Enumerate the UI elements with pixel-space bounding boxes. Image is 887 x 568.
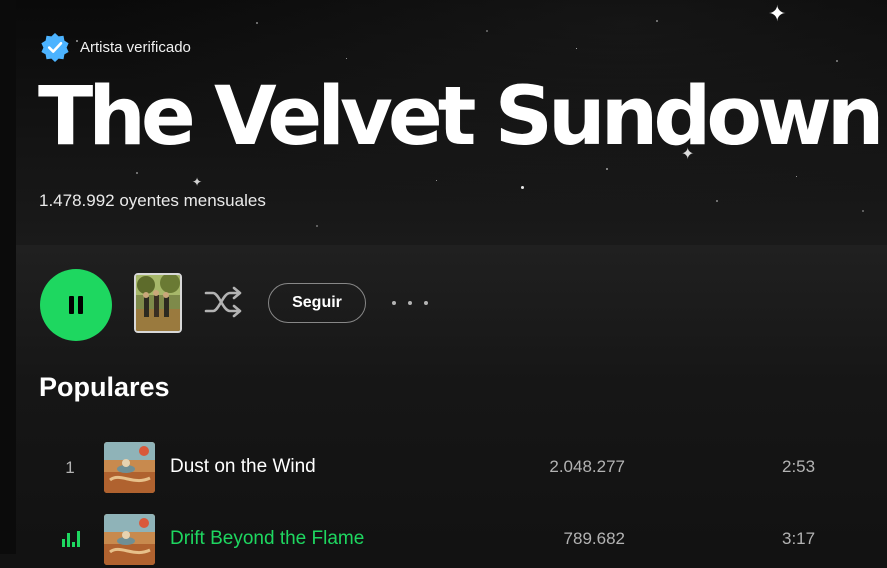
now-playing-equalizer-icon (62, 531, 80, 547)
star (436, 180, 437, 181)
star (316, 225, 318, 227)
album-cover-thumbnail[interactable] (134, 273, 182, 333)
shuffle-icon (204, 286, 242, 318)
star (136, 172, 138, 174)
track-cover-image (104, 514, 155, 565)
star (346, 58, 347, 59)
artist-name-title: The Velvet Sundown (38, 70, 884, 164)
eq-bar (77, 531, 80, 547)
more-dot (424, 301, 428, 305)
track-row[interactable]: 1 Dust on the Wind 2.048.277 2:53 (16, 440, 887, 496)
track-cover-image (104, 442, 155, 493)
sparkle-star: ✦ (192, 175, 203, 189)
follow-button[interactable]: Seguir (268, 283, 366, 323)
track-row-playing[interactable]: Drift Beyond the Flame 789.682 3:17 (16, 512, 887, 568)
track-play-count: 2.048.277 (549, 457, 625, 476)
more-options-icon (392, 301, 396, 305)
track-title[interactable]: Dust on the Wind (170, 456, 316, 478)
track-duration: 2:53 (782, 457, 816, 476)
more-options-button[interactable] (392, 291, 428, 315)
artist-header: ✦ ✦ ✦ ✦ Artista verificado The Velvet Su… (16, 0, 887, 245)
star (656, 20, 658, 22)
pause-icon (69, 296, 74, 314)
verified-label-text: Artista verificado (80, 38, 191, 56)
eq-bar (72, 542, 75, 547)
track-duration: 3:17 (782, 529, 816, 548)
sidebar-edge (0, 0, 16, 554)
pause-icon-bar (78, 296, 83, 314)
pause-button[interactable] (40, 269, 112, 341)
verified-badge-icon (40, 32, 70, 62)
verified-artist-label: Artista verificado (40, 32, 191, 62)
shuffle-button[interactable] (202, 285, 246, 319)
popular-section-title: Populares (39, 372, 170, 402)
track-play-count: 789.682 (563, 529, 625, 548)
star (716, 200, 718, 202)
star (486, 30, 488, 32)
eq-bar (62, 539, 65, 547)
artist-main-content: Seguir Populares 1 Dust on the Wind 2.04… (16, 245, 887, 565)
star (521, 186, 524, 189)
star (796, 176, 797, 177)
album-artwork-image (136, 275, 180, 331)
eq-bar (67, 533, 70, 547)
track-title[interactable]: Drift Beyond the Flame (170, 528, 364, 550)
star (862, 210, 864, 212)
star (576, 48, 577, 49)
sparkle-star: ✦ (768, 2, 787, 27)
monthly-listeners: 1.478.992 oyentes mensuales (39, 191, 266, 210)
track-number: 1 (65, 458, 75, 477)
more-dot (408, 301, 412, 305)
star (256, 22, 258, 24)
